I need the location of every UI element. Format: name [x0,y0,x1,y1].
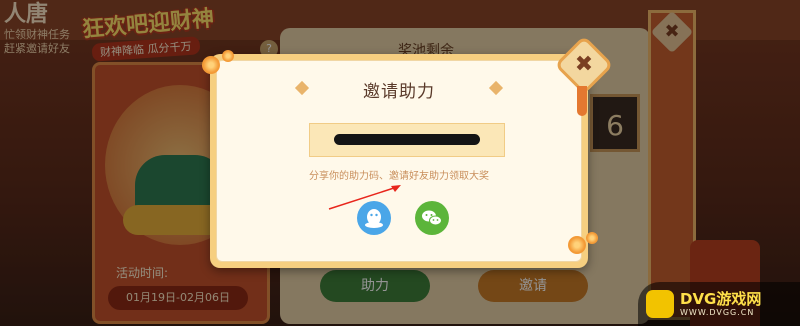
tassel-decoration [577,86,587,116]
flower-decoration-icon [586,232,598,244]
help-code-field[interactable] [309,123,505,157]
flower-decoration-icon [202,56,220,74]
qq-icon [365,209,383,228]
wechat-share-button[interactable] [415,201,449,235]
flower-decoration-icon [568,236,586,254]
invite-dialog-body: 邀请助力 分享你的助力码、邀请好友助力领取大奖 [216,60,582,262]
close-icon: ✖ [574,52,594,77]
redacted-code [334,134,480,145]
site-watermark: DVG游戏网 WWW.DVGG.CN [638,282,800,326]
watermark-url: WWW.DVGG.CN [680,308,755,317]
watermark-text: DVG游戏网 [680,290,762,308]
invite-dialog: 邀请助力 分享你的助力码、邀请好友助力领取大奖 [210,54,588,268]
dialog-title: 邀请助力 [363,82,435,102]
wechat-icon [422,210,442,226]
qq-share-button[interactable] [357,201,391,235]
share-hint: 分享你的助力码、邀请好友助力领取大奖 [309,171,489,182]
flower-decoration-icon [222,50,234,62]
gamepad-logo-icon [646,290,674,318]
